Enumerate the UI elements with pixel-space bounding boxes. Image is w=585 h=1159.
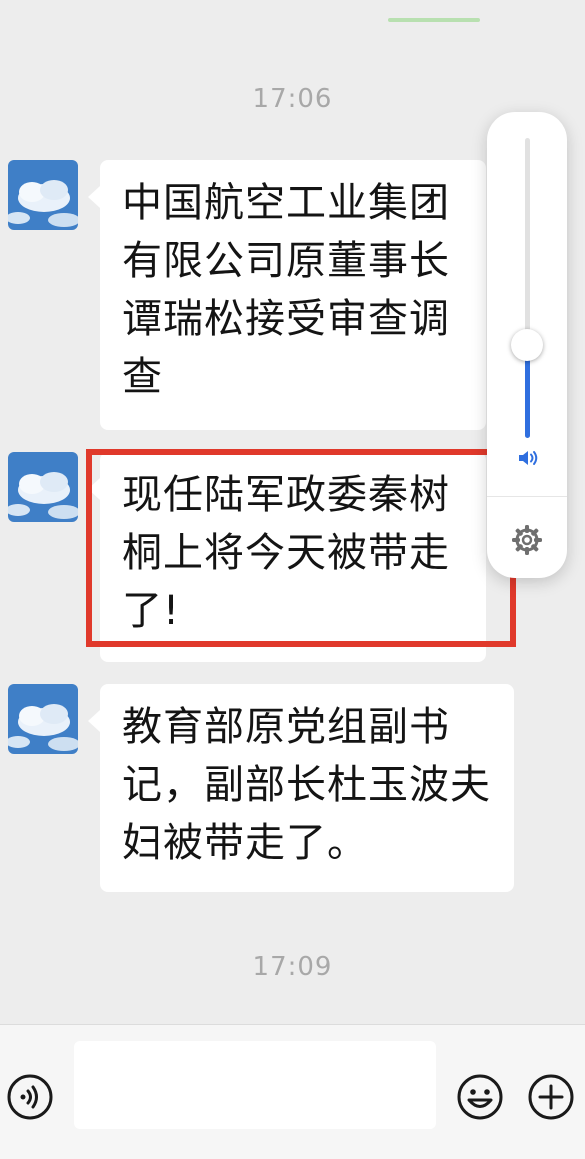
sky-cloud-avatar-image: [8, 684, 78, 754]
message-text: 教育部原党组副书记，副部长杜玉波夫妇被带走了。: [122, 704, 491, 866]
bubble-tail: [88, 710, 100, 732]
timestamp: 17:09: [252, 952, 333, 982]
message-bubble[interactable]: 教育部原党组副书记，副部长杜玉波夫妇被带走了。: [88, 684, 514, 892]
sky-cloud-avatar-image: [8, 452, 78, 522]
avatar[interactable]: [8, 684, 78, 754]
voice-icon[interactable]: [6, 1073, 54, 1125]
bubble-tail: [88, 186, 100, 208]
top-indicator: [388, 18, 480, 22]
message-text: 现任陆军政委秦树桐上将今天被带走了!: [122, 472, 450, 634]
avatar[interactable]: [8, 452, 78, 522]
bubble-tail: [88, 478, 100, 500]
message-bubble[interactable]: 中国航空工业集团有限公司原董事长谭瑞松接受审查调查: [88, 160, 486, 430]
input-bar: [0, 1024, 585, 1159]
plus-icon[interactable]: [527, 1073, 575, 1125]
message-input[interactable]: [74, 1041, 436, 1129]
message-bubble[interactable]: 现任陆军政委秦树桐上将今天被带走了!: [88, 452, 486, 662]
divider: [487, 496, 567, 497]
gear-icon[interactable]: [509, 522, 545, 562]
emoji-icon[interactable]: [456, 1073, 504, 1125]
volume-slider-track[interactable]: [525, 138, 530, 438]
sky-cloud-avatar-image: [8, 160, 78, 230]
avatar[interactable]: [8, 160, 78, 230]
volume-slider-thumb[interactable]: [511, 329, 543, 361]
message-text: 中国航空工业集团有限公司原董事长谭瑞松接受审查调查: [122, 180, 450, 400]
speaker-icon[interactable]: [516, 446, 540, 474]
volume-panel: [487, 112, 567, 578]
timestamp: 17:06: [252, 84, 333, 114]
